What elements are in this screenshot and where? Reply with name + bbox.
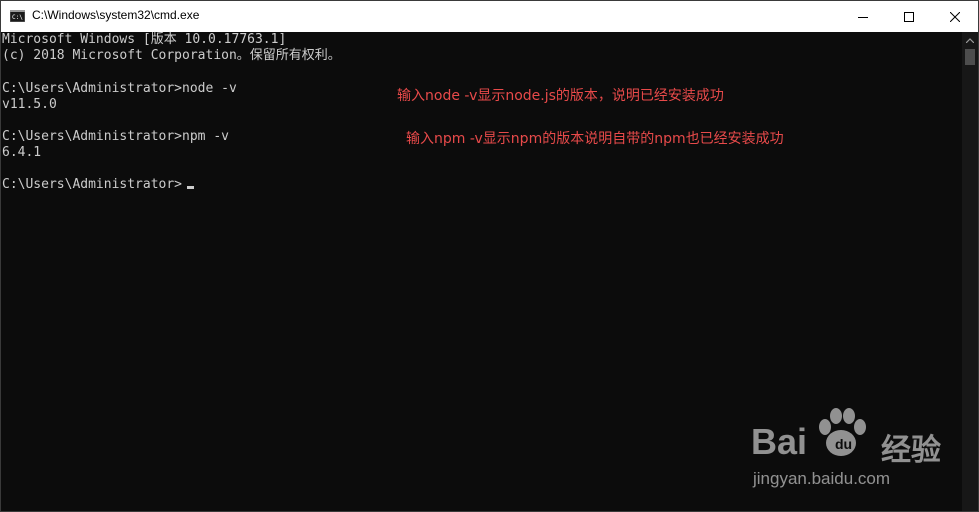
close-icon <box>950 11 960 22</box>
cmd-window: C:\ C:\Windows\system32\cmd.exe Microsof… <box>0 0 979 512</box>
title-bar[interactable]: C:\ C:\Windows\system32\cmd.exe <box>1 1 978 32</box>
console-line: C:\Users\Administrator>npm -v <box>2 129 229 144</box>
scroll-thumb[interactable] <box>965 49 975 65</box>
watermark-url: jingyan.baidu.com <box>753 469 891 488</box>
annotation-npm-version: 输入npm -v显示npm的版本说明自带的npm也已经安装成功 <box>406 131 784 147</box>
minimize-button[interactable] <box>840 1 886 32</box>
window-title: C:\Windows\system32\cmd.exe <box>32 8 200 22</box>
baidu-jingyan-watermark: Bai du 经验 jingyan.baidu.com <box>751 405 951 495</box>
console-line: Microsoft Windows [版本 10.0.17763.1] <box>2 32 287 47</box>
svg-text:C:\: C:\ <box>12 14 23 21</box>
console-line: (c) 2018 Microsoft Corporation。保留所有权利。 <box>2 48 341 63</box>
console-prompt: C:\Users\Administrator> <box>2 177 183 192</box>
paw-icon: du <box>819 408 866 456</box>
console-line: v11.5.0 <box>2 97 57 112</box>
text-cursor <box>187 186 194 189</box>
annotation-node-version: 输入node -v显示node.js的版本，说明已经安装成功 <box>397 88 724 104</box>
minimize-icon <box>858 16 868 18</box>
maximize-icon <box>904 11 914 22</box>
scroll-up-button[interactable] <box>962 32 978 48</box>
vertical-scrollbar[interactable] <box>962 32 978 511</box>
chevron-up-icon <box>966 37 974 43</box>
console-line: C:\Users\Administrator>node -v <box>2 81 237 96</box>
console-line: 6.4.1 <box>2 145 42 160</box>
svg-text:du: du <box>835 436 852 452</box>
maximize-button[interactable] <box>886 1 932 32</box>
watermark-brand-right: 经验 <box>881 433 941 468</box>
watermark-brand-left: Bai <box>751 421 808 462</box>
cmd-icon: C:\ <box>10 10 25 22</box>
close-button[interactable] <box>932 1 978 32</box>
